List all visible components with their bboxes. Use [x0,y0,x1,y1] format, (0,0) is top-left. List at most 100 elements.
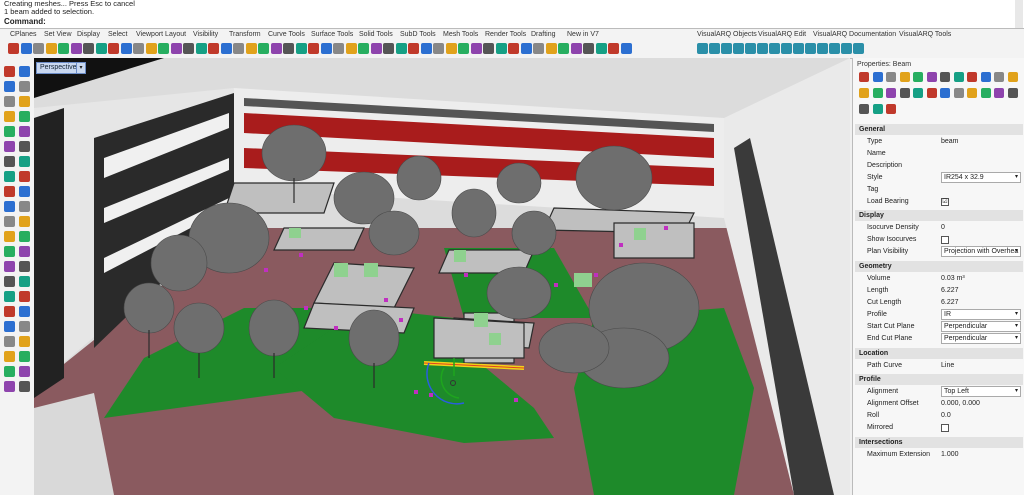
tab-render-tools[interactable]: Render Tools [485,29,526,41]
prop-row-path-curve[interactable]: Path Curve Line [855,360,1023,372]
visualarq-tool-icon[interactable] [769,43,780,54]
toolbar-tool-icon[interactable] [45,43,57,54]
property-page-icon[interactable] [872,72,883,82]
toolbar-tool-icon[interactable] [83,43,94,54]
property-page-icon[interactable] [886,104,896,114]
section-display[interactable]: Display [855,210,1023,221]
toolbar-tool-icon[interactable] [458,43,469,54]
tab-mesh-tools[interactable]: Mesh Tools [443,29,478,41]
prop-row-load-bearing[interactable]: Load Bearing ☑ [855,196,1023,208]
side-tool-icon[interactable] [4,351,15,362]
tab-transform[interactable]: Transform [229,29,261,41]
side-tool-icon[interactable] [4,216,15,227]
visualarq-tool-icon[interactable] [733,43,744,54]
property-page-icon[interactable] [886,88,896,98]
visualarq-tool-icon[interactable] [829,43,840,54]
section-geometry[interactable]: Geometry [855,261,1023,272]
side-tool-icon[interactable] [19,351,30,362]
toolbar-tool-icon[interactable] [183,43,194,54]
property-page-icon[interactable] [980,72,991,82]
viewport-title[interactable]: Perspective [36,62,81,74]
visualarq-tool-icon[interactable] [805,43,816,54]
side-tool-icon[interactable] [4,156,15,167]
toolbar-tool-icon[interactable] [433,43,444,54]
property-page-icon[interactable] [940,72,950,82]
visualarq-tool-icon[interactable] [721,43,732,54]
side-tool-icon[interactable] [19,291,30,302]
toolbar-tool-icon[interactable] [258,43,269,54]
prop-row-profile[interactable]: Profile IR ▾ [855,309,1023,321]
side-tool-icon[interactable] [19,156,30,167]
side-tool-icon[interactable] [19,96,30,107]
toolbar-tool-icon[interactable] [445,43,457,54]
side-tool-icon[interactable] [4,306,15,317]
toolbar-tool-icon[interactable] [58,43,69,54]
side-tool-icon[interactable] [19,276,30,287]
plan-visibility-dropdown[interactable]: Projection with Overhea ▾ [941,246,1021,257]
prop-row-mirrored[interactable]: Mirrored [855,422,1023,434]
property-page-icon[interactable] [994,88,1004,98]
side-tool-icon[interactable] [4,96,15,107]
toolbar-tool-icon[interactable] [395,43,407,54]
side-tool-icon[interactable] [4,276,15,287]
start-cut-plane-dropdown[interactable]: Perpendicular ▾ [941,321,1021,332]
toolbar-tool-icon[interactable] [283,43,294,54]
property-page-icon[interactable] [1007,72,1018,82]
side-tool-icon[interactable] [19,66,30,77]
toolbar-tool-icon[interactable] [108,43,119,54]
prop-row-length[interactable]: Length 6.227 [855,285,1023,297]
section-profile[interactable]: Profile [855,374,1023,385]
tab-new-in-v7[interactable]: New in V7 [567,29,599,41]
prop-row-maximum-extension[interactable]: Maximum Extension 1.000 [855,449,1023,461]
side-tool-icon[interactable] [4,81,15,92]
toolbar-tool-icon[interactable] [270,43,282,54]
section-intersections[interactable]: Intersections [855,437,1023,448]
side-tool-icon[interactable] [19,366,30,377]
toolbar-tool-icon[interactable] [520,43,532,54]
toolbar-tool-icon[interactable] [245,43,257,54]
tab-set-view[interactable]: Set View [44,29,72,41]
profile-dropdown[interactable]: IR ▾ [941,309,1021,320]
toolbar-tool-icon[interactable] [420,43,432,54]
toolbar-tool-icon[interactable] [8,43,19,54]
end-cut-plane-dropdown[interactable]: Perpendicular ▾ [941,333,1021,344]
toolbar-tool-icon[interactable] [220,43,232,54]
side-tool-icon[interactable] [19,111,30,122]
side-tool-icon[interactable] [19,171,30,182]
prop-row-plan-visibility[interactable]: Plan Visibility Projection with Overhea ▾ [855,246,1023,258]
toolbar-tool-icon[interactable] [495,43,507,54]
visualarq-tool-icon[interactable] [841,43,852,54]
side-tool-icon[interactable] [4,186,15,197]
prop-row-tag[interactable]: Tag [855,184,1023,196]
toolbar-tool-icon[interactable] [208,43,219,54]
property-page-icon[interactable] [872,88,883,98]
toolbar-tool-icon[interactable] [233,43,244,54]
toolbar-tool-icon[interactable] [333,43,344,54]
tab-display[interactable]: Display [77,29,100,41]
toolbar-tool-icon[interactable] [195,43,207,54]
side-tool-icon[interactable] [19,216,30,227]
property-page-icon[interactable] [859,104,869,114]
side-tool-icon[interactable] [4,291,15,302]
tab-curve-tools[interactable]: Curve Tools [268,29,305,41]
side-tool-icon[interactable] [19,126,30,137]
toolbar-tool-icon[interactable] [33,43,44,54]
tab-visualarq-edit[interactable]: VisualARQ Edit [758,29,806,41]
toolbar-tool-icon[interactable] [595,43,607,54]
property-page-icon[interactable] [1007,88,1018,98]
side-tool-icon[interactable] [4,246,15,257]
toolbar-tool-icon[interactable] [545,43,557,54]
tab-visualarq-documentation[interactable]: VisualARQ Documentation [813,29,896,41]
section-general[interactable]: General [855,124,1023,135]
tab-cplanes[interactable]: CPlanes [10,29,36,41]
property-page-icon[interactable] [859,88,869,98]
side-tool-icon[interactable] [4,381,15,392]
tab-drafting[interactable]: Drafting [531,29,556,41]
mirrored-checkbox[interactable] [941,424,949,432]
toolbar-tool-icon[interactable] [345,43,357,54]
toolbar-tool-icon[interactable] [70,43,82,54]
side-tool-icon[interactable] [4,141,15,152]
visualarq-tool-icon[interactable] [697,43,708,54]
tab-solid-tools[interactable]: Solid Tools [359,29,393,41]
visualarq-tool-icon[interactable] [709,43,720,54]
